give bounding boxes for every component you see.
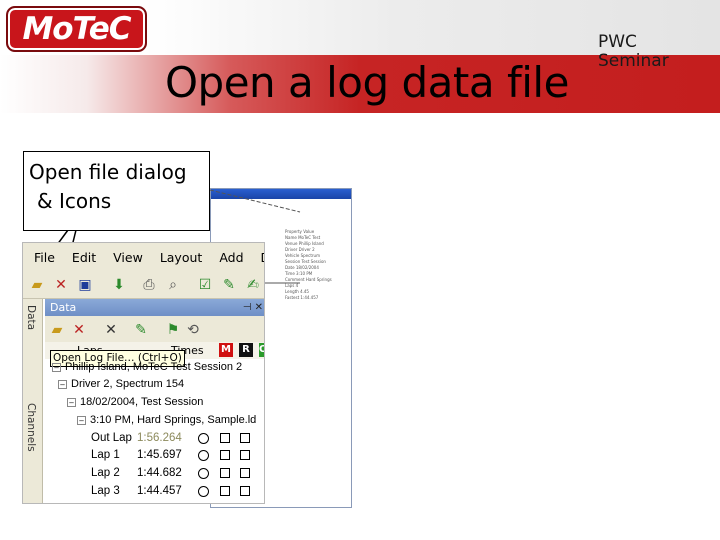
lap-row[interactable]: Lap 1 1:45.697 <box>91 449 199 461</box>
open-log-file-icon[interactable]: ▰ <box>47 320 67 340</box>
close-file-icon[interactable]: ✕ <box>51 275 71 295</box>
tab-channels[interactable]: Channels <box>25 403 37 452</box>
lap-name: Lap 2 <box>91 467 120 479</box>
menu-layout[interactable]: Layout <box>149 250 209 265</box>
lap-time: 1:45.697 <box>137 449 182 461</box>
tree-session[interactable]: – Phillip Island, MoTeC Test Session 2 <box>52 361 242 373</box>
lap-name: Out Lap <box>91 432 132 444</box>
app-window: File Edit View Layout Add Data ▰ ✕ ▣ ⬇ ⎙… <box>22 242 265 504</box>
tree-driver[interactable]: – Driver 2, Spectrum 154 <box>58 378 184 390</box>
badge-reference[interactable]: R <box>239 343 253 357</box>
reference-checkbox[interactable] <box>220 433 230 443</box>
data-panel-toolbar: ▰ ✕ ✕ ✎ ⚑ ⟲ <box>45 316 264 342</box>
tree-date[interactable]: –18/02/2004, Test Session <box>67 396 203 408</box>
edit-sheet-icon[interactable]: ✎ <box>219 275 239 295</box>
overlay-checkbox[interactable] <box>240 468 250 478</box>
menu-data[interactable]: Data <box>250 250 264 265</box>
download-arrow-icon[interactable]: ⬇ <box>109 275 129 295</box>
lap-time: 1:56.264 <box>137 432 182 444</box>
menu-view[interactable]: View <box>102 250 149 265</box>
main-radio[interactable] <box>198 486 209 497</box>
lap-row[interactable]: Lap 3 1:44.457 <box>91 485 199 497</box>
callout-line-1: Open file dialog <box>29 160 187 184</box>
main-toolbar: ▰ ✕ ▣ ⬇ ⎙ ⌕ ☑ ✎ ✍ <box>23 271 264 299</box>
reference-checkbox[interactable] <box>220 486 230 496</box>
lap-name: Lap 3 <box>91 485 120 497</box>
lap-time: 1:44.457 <box>137 485 182 497</box>
lap-name: Lap 1 <box>91 449 120 461</box>
edit-details-icon[interactable]: ✎ <box>131 320 151 340</box>
badge-overlay[interactable]: O <box>259 343 264 357</box>
tab-data[interactable]: Data <box>25 305 37 330</box>
overlay-checkbox[interactable] <box>240 450 250 460</box>
lap-row[interactable]: Out Lap 1:56.264 <box>91 432 199 444</box>
checklist-icon[interactable]: ☑ <box>195 275 215 295</box>
lap-time: 1:44.682 <box>137 467 182 479</box>
main-radio[interactable] <box>198 433 209 444</box>
save-icon[interactable]: ▣ <box>75 275 95 295</box>
lap-row[interactable]: Lap 2 1:44.682 <box>91 467 199 479</box>
open-folder-icon[interactable]: ▰ <box>27 275 47 295</box>
menu-file[interactable]: File <box>23 250 61 265</box>
reference-checkbox[interactable] <box>220 450 230 460</box>
print-icon[interactable]: ⎙ <box>139 275 159 295</box>
remove-file-icon[interactable]: ✕ <box>69 320 89 340</box>
main-radio[interactable] <box>198 468 209 479</box>
overlay-checkbox[interactable] <box>240 433 250 443</box>
main-radio[interactable] <box>198 450 209 461</box>
badge-main[interactable]: M <box>219 343 233 357</box>
overlay-checkbox[interactable] <box>240 486 250 496</box>
reference-checkbox[interactable] <box>220 468 230 478</box>
menu-edit[interactable]: Edit <box>61 250 102 265</box>
data-panel-title: Data <box>50 301 77 314</box>
callout-line-2: & Icons <box>37 189 112 213</box>
panel-pin-close-icon[interactable]: ⊣ ✕ <box>243 299 263 316</box>
print-preview-icon[interactable]: ⌕ <box>163 275 183 295</box>
sync-icon[interactable]: ⟲ <box>183 320 203 340</box>
menu-bar: File Edit View Layout Add Data <box>23 243 264 271</box>
delete-icon[interactable]: ✕ <box>101 320 121 340</box>
callout-box: Open file dialog & Icons <box>23 151 210 231</box>
properties-icon[interactable]: ✍ <box>243 275 263 295</box>
side-tabs: Data Channels <box>23 299 43 503</box>
tree-file[interactable]: –3:10 PM, Hard Springs, Sample.ld <box>77 414 256 426</box>
data-panel-header: Data ⊣ ✕ <box>45 299 264 316</box>
flag-icon[interactable]: ⚑ <box>163 320 183 340</box>
menu-add[interactable]: Add <box>208 250 249 265</box>
